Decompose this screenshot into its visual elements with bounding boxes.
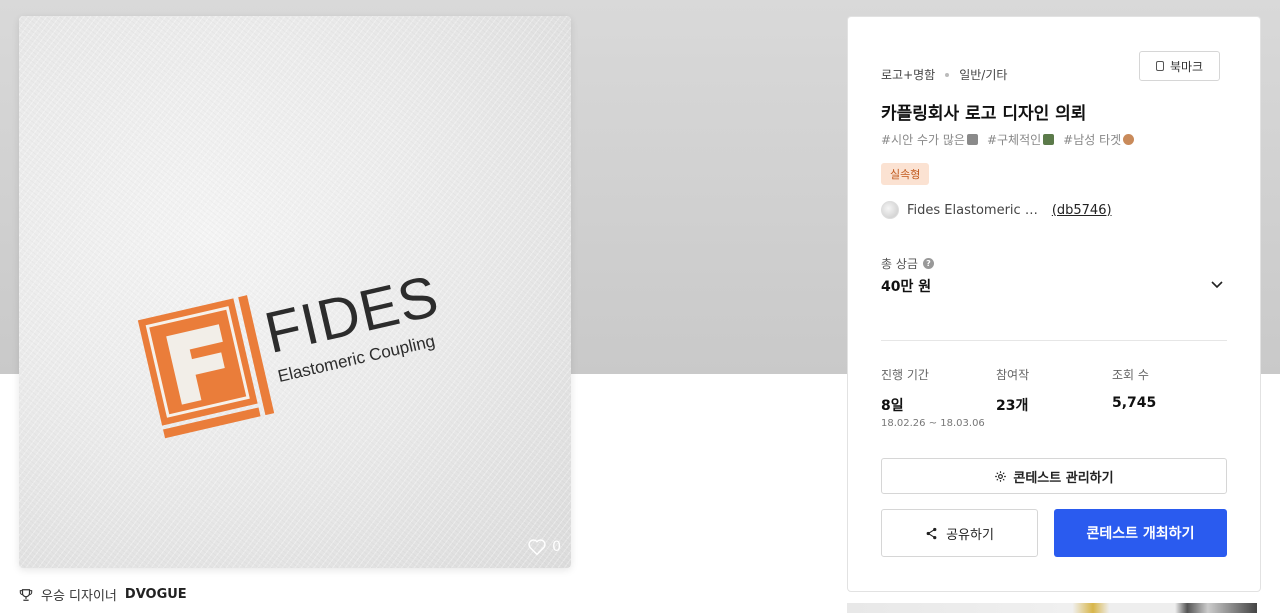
category-breadcrumb: 로고+명함 일반/기타 [881, 66, 1007, 83]
contest-info-panel: 로고+명함 일반/기타 북마크 카플링회사 로고 디자인 의뢰 #시안 수가 많… [847, 16, 1261, 592]
like-count: 0 [552, 539, 561, 555]
tag-emoji-icon [1043, 134, 1055, 145]
manage-contest-button[interactable]: 콘테스트 관리하기 [881, 458, 1227, 494]
bookmark-icon [1155, 61, 1164, 71]
tag-emoji-icon [966, 134, 978, 145]
client-name: Fides Elastomeric … [907, 202, 1038, 218]
winner-name[interactable]: DVOGUE [125, 587, 187, 602]
tag-list: #시안 수가 많은 #구체적인 #남성 타겟 [881, 131, 1135, 148]
prize-value: 40만 원 [881, 279, 932, 295]
tag-item[interactable]: #남성 타겟 [1063, 131, 1135, 148]
plan-badge: 실속형 [881, 163, 930, 185]
winning-design-image[interactable]: FIDES Elastomeric Coupling 0 [19, 16, 571, 568]
trophy-icon [19, 588, 33, 601]
heart-icon [528, 539, 546, 556]
category-sub[interactable]: 일반/기타 [959, 66, 1007, 83]
category-main[interactable]: 로고+명함 [881, 66, 935, 83]
host-contest-button[interactable]: 콘테스트 개최하기 [1054, 509, 1227, 557]
stat-views: 조회 수 5,745 [1112, 368, 1157, 411]
winner-prefix: 우승 디자이너 [41, 589, 117, 604]
client-info[interactable]: Fides Elastomeric … (db5746) [881, 201, 1112, 219]
chevron-down-icon[interactable] [1209, 276, 1225, 292]
gear-icon [995, 470, 1007, 482]
next-section-preview [847, 603, 1257, 613]
fides-logo-mockup: FIDES Elastomeric Coupling [137, 263, 445, 439]
client-id-link[interactable]: (db5746) [1052, 203, 1112, 218]
share-button[interactable]: 공유하기 [881, 509, 1038, 557]
separator-dot [945, 72, 950, 77]
stat-entries: 참여작 23개 [996, 368, 1030, 414]
share-label: 공유하기 [946, 527, 994, 543]
prize-label: 총 상금 ? [881, 255, 934, 272]
stat-duration: 진행 기간 8일 18.02.26 ~ 18.03.06 [881, 368, 985, 429]
share-icon [926, 527, 937, 539]
tag-item[interactable]: #구체적인 [987, 131, 1055, 148]
bookmark-button[interactable]: 북마크 [1139, 51, 1220, 81]
bookmark-label: 북마크 [1169, 59, 1204, 74]
divider [881, 340, 1227, 341]
f-logo-mark [137, 295, 275, 439]
contest-title: 카플링회사 로고 디자인 의뢰 [881, 104, 1087, 124]
tag-item[interactable]: #시안 수가 많은 [881, 131, 978, 148]
help-icon[interactable]: ? [922, 258, 934, 269]
tag-emoji-icon [1123, 134, 1135, 145]
like-button[interactable]: 0 [527, 538, 561, 556]
manage-label: 콘테스트 관리하기 [1013, 470, 1114, 486]
client-avatar [881, 201, 899, 219]
winner-info: 우승 디자이너 DVOGUE [19, 585, 187, 604]
